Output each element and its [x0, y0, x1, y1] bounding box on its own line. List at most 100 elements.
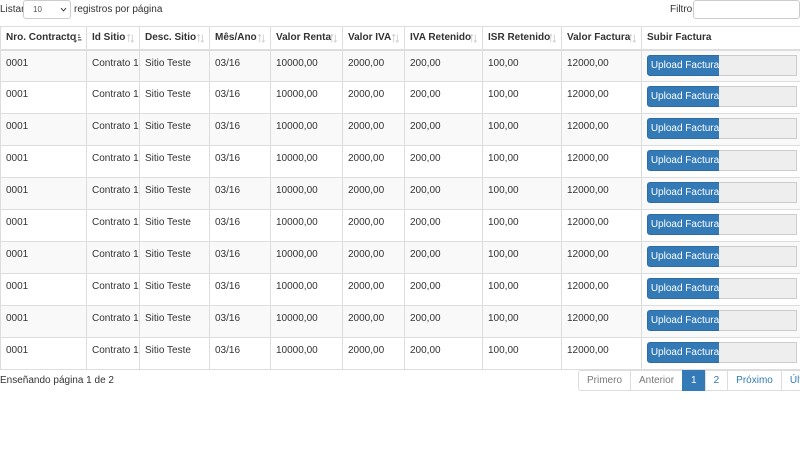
- table-cell: 0001: [0, 113, 87, 146]
- column-header-label: Valor Factura: [567, 32, 631, 44]
- sort-icon: [628, 33, 637, 43]
- table-cell: 12000,00: [561, 273, 642, 306]
- table-cell: 100,00: [482, 241, 562, 274]
- table-row: 0001 Contrato 1 Sitio Teste 03/16 10000,00 20…: [0, 113, 800, 146]
- table-cell: 10000,00: [270, 305, 343, 338]
- upload-factura-button[interactable]: Upload Factura: [647, 310, 723, 331]
- table-row: 0001 Contrato 1 Sitio Teste 03/16 10000,00 20…: [0, 305, 800, 338]
- column-header-0[interactable]: Nro. Contracto: [0, 26, 87, 51]
- column-header-8[interactable]: Valor Factura: [561, 26, 642, 51]
- upload-cell: Upload Factura: [641, 273, 800, 306]
- sort-icon: [469, 33, 478, 43]
- table-cell: Contrato 1: [86, 273, 140, 306]
- table-cell: 03/16: [209, 273, 271, 306]
- upload-factura-button[interactable]: Upload Factura: [647, 86, 723, 107]
- upload-cell: Upload Factura: [641, 81, 800, 114]
- table-cell: 100,00: [482, 337, 562, 370]
- table-cell: 2000,00: [342, 177, 405, 210]
- pagination-info: Enseñando página 1 de 2: [0, 375, 114, 386]
- filter-label: Filtro: [670, 4, 693, 15]
- upload-file-field[interactable]: [719, 86, 797, 107]
- upload-factura-button[interactable]: Upload Factura: [647, 246, 723, 267]
- table-cell: Contrato 1: [86, 81, 140, 114]
- pagination-next[interactable]: Próximo: [727, 370, 782, 391]
- table-cell: 200,00: [404, 337, 483, 370]
- column-header-label: Nro. Contracto: [6, 32, 76, 44]
- upload-factura-button[interactable]: Upload Factura: [647, 150, 723, 171]
- upload-factura-button[interactable]: Upload Factura: [647, 342, 723, 363]
- sort-icon: [257, 33, 266, 43]
- column-header-4[interactable]: Valor Renta: [270, 26, 343, 51]
- table-cell: 12000,00: [561, 209, 642, 242]
- table-cell: 100,00: [482, 209, 562, 242]
- column-header-7[interactable]: ISR Retenido: [482, 26, 562, 51]
- column-header-1[interactable]: Id Sitio: [86, 26, 140, 51]
- upload-file-field[interactable]: [719, 342, 797, 363]
- upload-factura-button[interactable]: Upload Factura: [647, 118, 723, 139]
- upload-factura-button[interactable]: Upload Factura: [647, 214, 723, 235]
- table-cell: 03/16: [209, 145, 271, 178]
- table-cell: 0001: [0, 81, 87, 114]
- upload-factura-button[interactable]: Upload Factura: [647, 182, 723, 203]
- upload-file-field[interactable]: [719, 118, 797, 139]
- filter-input[interactable]: [693, 0, 800, 19]
- upload-file-field[interactable]: [719, 214, 797, 235]
- column-header-2[interactable]: Desc. Sitio: [139, 26, 210, 51]
- column-header-label: Valor Renta: [276, 32, 332, 44]
- table-cell: 2000,00: [342, 337, 405, 370]
- table-cell: Sitio Teste: [139, 81, 210, 114]
- pagination-page-1[interactable]: 1: [682, 370, 706, 391]
- table-cell: Contrato 1: [86, 177, 140, 210]
- column-header-label: ISR Retenido: [488, 32, 551, 44]
- table-cell: 03/16: [209, 241, 271, 274]
- upload-file-field[interactable]: [719, 246, 797, 267]
- column-header-6[interactable]: IVA Retenido: [404, 26, 483, 51]
- column-header-label: Mês/Ano: [215, 32, 257, 44]
- pagination-page-2[interactable]: 2: [704, 370, 729, 391]
- pagination-first: Primero: [578, 370, 632, 391]
- upload-factura-button[interactable]: Upload Factura: [647, 278, 723, 299]
- table-cell: 200,00: [404, 305, 483, 338]
- table-cell: 0001: [0, 209, 87, 242]
- column-header-9: Subir Factura: [641, 26, 800, 51]
- table-cell: 200,00: [404, 177, 483, 210]
- table-cell: 10000,00: [270, 113, 343, 146]
- length-menu-prefix: Listar: [0, 4, 25, 15]
- upload-factura-button[interactable]: Upload Factura: [647, 54, 723, 76]
- table-toolbar: Listar 10 registros por página Filtro: [0, 0, 800, 20]
- table-row: 0001 Contrato 1 Sitio Teste 03/16 10000,00 20…: [0, 209, 800, 242]
- table-cell: 03/16: [209, 113, 271, 146]
- table-cell: 10000,00: [270, 337, 343, 370]
- upload-file-field[interactable]: [719, 54, 797, 76]
- table-cell: 03/16: [209, 337, 271, 370]
- upload-file-field[interactable]: [719, 310, 797, 331]
- upload-file-field[interactable]: [719, 150, 797, 171]
- invoice-table: Nro. Contracto Id Sitio Desc. Sitio Mês/Ano…: [0, 26, 800, 370]
- sort-ascending-icon: [73, 34, 82, 43]
- table-cell: 03/16: [209, 305, 271, 338]
- sort-icon: [548, 33, 557, 43]
- table-cell: Contrato 1: [86, 241, 140, 274]
- column-header-label: IVA Retenido: [410, 32, 472, 44]
- upload-cell: Upload Factura: [641, 177, 800, 210]
- table-cell: 100,00: [482, 113, 562, 146]
- table-cell: 12000,00: [561, 81, 642, 114]
- table-row: 0001 Contrato 1 Sitio Teste 03/16 10000,00 20…: [0, 177, 800, 210]
- upload-file-field[interactable]: [719, 278, 797, 299]
- column-header-3[interactable]: Mês/Ano: [209, 26, 271, 51]
- page-length-select[interactable]: 10: [23, 0, 71, 19]
- upload-file-field[interactable]: [719, 182, 797, 203]
- table-cell: 10000,00: [270, 241, 343, 274]
- table-cell: 10000,00: [270, 209, 343, 242]
- table-cell: 0001: [0, 177, 87, 210]
- pagination-last[interactable]: Último: [780, 370, 800, 391]
- column-header-label: Subir Factura: [647, 32, 712, 44]
- column-header-label: Valor IVA: [348, 32, 392, 44]
- table-cell: Contrato 1: [86, 305, 140, 338]
- upload-cell: Upload Factura: [641, 49, 800, 82]
- table-cell: 100,00: [482, 145, 562, 178]
- column-header-5[interactable]: Valor IVA: [342, 26, 405, 51]
- table-cell: 12000,00: [561, 305, 642, 338]
- table-cell: 2000,00: [342, 209, 405, 242]
- table-cell: 2000,00: [342, 305, 405, 338]
